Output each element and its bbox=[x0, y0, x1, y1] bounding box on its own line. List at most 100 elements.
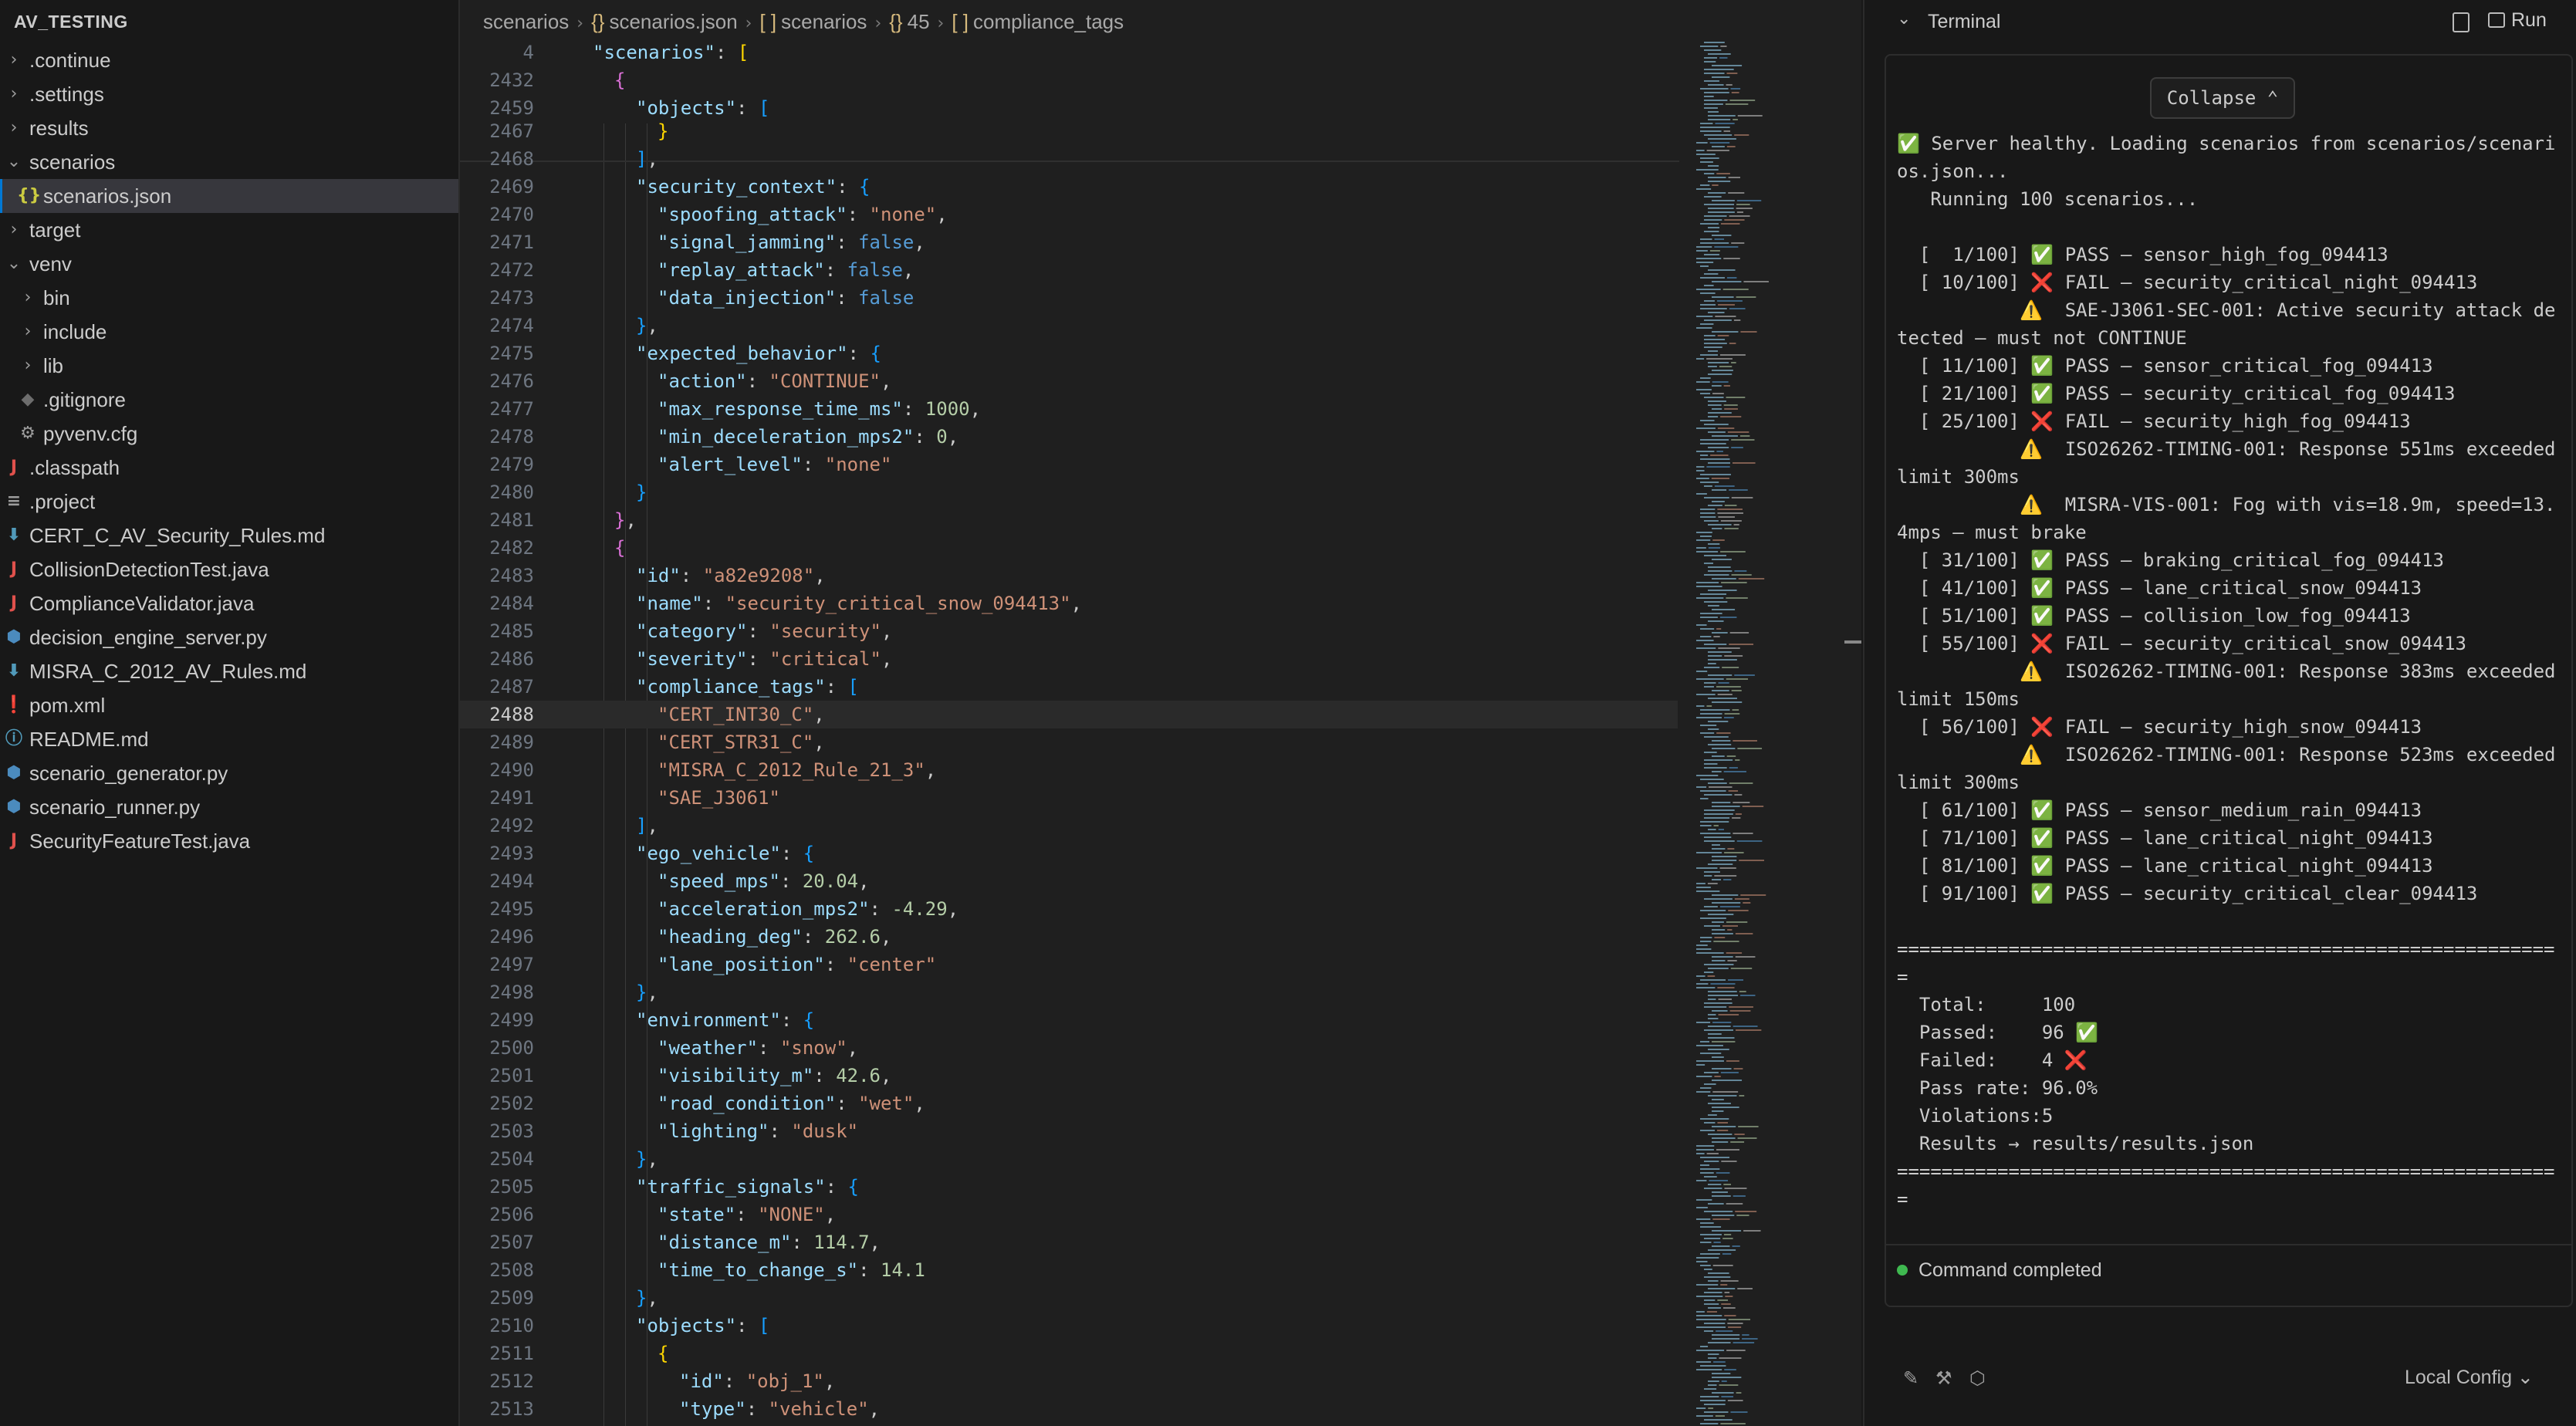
code-line[interactable]: 2467} bbox=[460, 117, 1678, 145]
code-line[interactable]: 2503 "lighting": "dusk" bbox=[460, 1117, 1678, 1145]
breadcrumb-item[interactable]: [ ] scenarios bbox=[759, 10, 867, 33]
code-editor[interactable]: scenarios ›{} scenarios.json ›[ ] scenarios ›… bbox=[460, 0, 1861, 1426]
code-line[interactable]: 2505 "traffic_signals": { bbox=[460, 1173, 1678, 1201]
tree-item-scenarios-json[interactable]: {} scenarios.json bbox=[0, 179, 458, 213]
chevron-down-icon[interactable]: ⌄ bbox=[1897, 9, 1911, 29]
scrollbar-position-marker[interactable] bbox=[1844, 640, 1861, 644]
tree-item-settings[interactable]: › .settings bbox=[0, 77, 458, 111]
minimap-stroke bbox=[1696, 1022, 1711, 1023]
minimap-stroke bbox=[1722, 925, 1739, 927]
code-token: { bbox=[614, 537, 626, 559]
minimap[interactable] bbox=[1692, 39, 1846, 1426]
minimap-stroke bbox=[1700, 825, 1712, 826]
code-line[interactable]: 2507 "distance_m": 114.7, bbox=[460, 1228, 1678, 1256]
sticky-scroll-line[interactable]: 4 "scenarios": [ bbox=[460, 39, 1678, 66]
minimap-stroke bbox=[1717, 987, 1735, 988]
breadcrumb-item[interactable]: scenarios bbox=[483, 10, 569, 33]
pencil-icon[interactable]: ✎ bbox=[1903, 1367, 1918, 1389]
copy-icon[interactable] bbox=[2453, 12, 2470, 32]
code-line[interactable]: 2512 "id": "obj_1", bbox=[460, 1367, 1678, 1395]
tree-item-pom-xml[interactable]: ❗ pom.xml bbox=[0, 688, 458, 722]
code-line[interactable]: 2504}, bbox=[460, 1145, 1678, 1173]
tree-item-gitignore[interactable]: ◆ .gitignore bbox=[0, 383, 458, 417]
code-line[interactable]: 2501 "visibility_m": 42.6, bbox=[460, 1062, 1678, 1090]
code-line[interactable]: 2481}, bbox=[460, 506, 1678, 534]
tree-item-results[interactable]: › results bbox=[0, 111, 458, 145]
code-line[interactable]: 2485 "category": "security", bbox=[460, 617, 1678, 645]
tree-item-classpath[interactable]: J .classpath bbox=[0, 451, 458, 485]
code-line[interactable]: 2502 "road_condition": "wet", bbox=[460, 1090, 1678, 1117]
code-line[interactable]: 2471 "signal_jamming": false, bbox=[460, 228, 1678, 256]
code-line[interactable]: 2499 "environment": { bbox=[460, 1006, 1678, 1034]
tree-item-securityfeaturetest-java[interactable]: J SecurityFeatureTest.java bbox=[0, 824, 458, 858]
tree-item-decision-engine-server-py[interactable]: ⬢ decision_engine_server.py bbox=[0, 620, 458, 654]
tree-item-compliancevalidator-java[interactable]: J ComplianceValidator.java bbox=[0, 586, 458, 620]
tree-item-misra-c-2012-av-rules-md[interactable]: ⬇ MISRA_C_2012_AV_Rules.md bbox=[0, 654, 458, 688]
code-line[interactable]: 2497 "lane_position": "center" bbox=[460, 951, 1678, 978]
code-line[interactable]: 2473 "data_injection": false bbox=[460, 284, 1678, 312]
code-line[interactable]: 2494 "speed_mps": 20.04, bbox=[460, 867, 1678, 895]
breadcrumb-item[interactable]: {} scenarios.json bbox=[591, 10, 738, 33]
code-line[interactable]: 2496 "heading_deg": 262.6, bbox=[460, 923, 1678, 951]
code-line[interactable]: 2493 "ego_vehicle": { bbox=[460, 840, 1678, 867]
code-line[interactable]: 2509}, bbox=[460, 1284, 1678, 1312]
tree-item-lib[interactable]: › lib bbox=[0, 349, 458, 383]
code-line[interactable]: 2513 "type": "vehicle", bbox=[460, 1395, 1678, 1423]
tree-item-project[interactable]: ≡ .project bbox=[0, 485, 458, 519]
code-line[interactable]: 2486 "severity": "critical", bbox=[460, 645, 1678, 673]
code-line[interactable]: 2490 "MISRA_C_2012_Rule_21_3", bbox=[460, 756, 1678, 784]
code-line[interactable]: 2483 "id": "a82e9208", bbox=[460, 562, 1678, 590]
tree-item-readme-md[interactable]: ⓘ README.md bbox=[0, 722, 458, 756]
collapse-button[interactable]: Collapse ⌃ bbox=[2150, 77, 2295, 119]
tree-item-cert-c-av-security-rules-md[interactable]: ⬇ CERT_C_AV_Security_Rules.md bbox=[0, 519, 458, 552]
code-line[interactable]: 2511 { bbox=[460, 1340, 1678, 1367]
code-line[interactable]: 2484 "name": "security_critical_snow_0944… bbox=[460, 590, 1678, 617]
tree-item-scenario-generator-py[interactable]: ⬢ scenario_generator.py bbox=[0, 756, 458, 790]
code-line[interactable]: 2498}, bbox=[460, 978, 1678, 1006]
tree-item-bin[interactable]: › bin bbox=[0, 281, 458, 315]
code-line[interactable]: 2468], bbox=[460, 145, 1678, 173]
code-line[interactable]: 2477 "max_response_time_ms": 1000, bbox=[460, 395, 1678, 423]
code-area[interactable]: 4 "scenarios": [2432{2459 "objects": [2467… bbox=[460, 39, 1679, 1426]
code-line[interactable]: 2469 "security_context": { bbox=[460, 173, 1678, 201]
tree-item-scenario-runner-py[interactable]: ⬢ scenario_runner.py bbox=[0, 790, 458, 824]
code-line[interactable]: 2492], bbox=[460, 812, 1678, 840]
run-button[interactable]: Run bbox=[2488, 9, 2547, 32]
code-line[interactable]: 2470 "spoofing_attack": "none", bbox=[460, 201, 1678, 228]
local-config-dropdown[interactable]: Local Config ⌄ bbox=[2405, 1366, 2534, 1389]
tree-item-scenarios[interactable]: ⌄ scenarios bbox=[0, 145, 458, 179]
tree-item-pyvenv-cfg[interactable]: ⚙ pyvenv.cfg bbox=[0, 417, 458, 451]
code-line[interactable]: 2495 "acceleration_mps2": -4.29, bbox=[460, 895, 1678, 923]
code-line[interactable]: 2506 "state": "NONE", bbox=[460, 1201, 1678, 1228]
code-line[interactable]: 2491 "SAE_J3061" bbox=[460, 784, 1678, 812]
code-line[interactable]: 2478 "min_deceleration_mps2": 0, bbox=[460, 423, 1678, 451]
breadcrumb-item[interactable]: [ ] compliance_tags bbox=[952, 10, 1124, 33]
breadcrumb-item[interactable]: {} 45 bbox=[889, 10, 929, 33]
code-line[interactable]: 2488 "CERT_INT30_C", bbox=[460, 701, 1678, 728]
minimap-stroke bbox=[1729, 215, 1750, 217]
code-line[interactable]: 2482 { bbox=[460, 534, 1678, 562]
tree-item-venv[interactable]: ⌄ venv bbox=[0, 247, 458, 281]
minimap-stroke bbox=[1712, 1218, 1730, 1220]
tree-item-collisiondetectiontest-java[interactable]: J CollisionDetectionTest.java bbox=[0, 552, 458, 586]
tree-item-continue[interactable]: › .continue bbox=[0, 43, 458, 77]
cube-icon[interactable]: ⬡ bbox=[1969, 1367, 1986, 1389]
tools-icon[interactable]: ⚒ bbox=[1935, 1367, 1952, 1389]
tree-item-include[interactable]: › include bbox=[0, 315, 458, 349]
code-line[interactable]: 2510 "objects": [ bbox=[460, 1312, 1678, 1340]
code-line[interactable]: 2508 "time_to_change_s": 14.1 bbox=[460, 1256, 1678, 1284]
code-line[interactable]: 2475 "expected_behavior": { bbox=[460, 340, 1678, 367]
minimap-stroke bbox=[1708, 1288, 1736, 1289]
code-line[interactable]: 2500 "weather": "snow", bbox=[460, 1034, 1678, 1062]
code-line[interactable]: 2487 "compliance_tags": [ bbox=[460, 673, 1678, 701]
code-line[interactable]: 2472 "replay_attack": false, bbox=[460, 256, 1678, 284]
minimap-stroke bbox=[1708, 227, 1720, 228]
code-line[interactable]: 2476 "action": "CONTINUE", bbox=[460, 367, 1678, 395]
code-line[interactable]: 2489 "CERT_STR31_C", bbox=[460, 728, 1678, 756]
tree-item-target[interactable]: › target bbox=[0, 213, 458, 247]
code-line[interactable]: 2474}, bbox=[460, 312, 1678, 340]
minimap-stroke bbox=[1704, 898, 1733, 900]
code-line[interactable]: 2479 "alert_level": "none" bbox=[460, 451, 1678, 478]
code-line[interactable]: 2480} bbox=[460, 478, 1678, 506]
sticky-scroll-line[interactable]: 2432 { bbox=[460, 66, 1678, 94]
